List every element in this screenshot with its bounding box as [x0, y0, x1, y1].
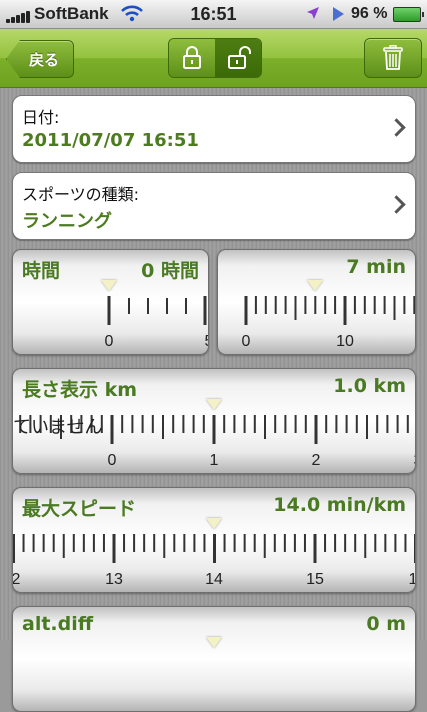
- minutes-ruler[interactable]: 0 10 7 min: [217, 249, 416, 355]
- unlock-button[interactable]: [215, 39, 261, 77]
- distance-ruler[interactable]: 0 1 2 3 長さ表示 km 1.0 km ていません: [12, 368, 416, 474]
- date-value: 2011/07/07 16:51: [22, 130, 199, 151]
- lock-toggle: [168, 38, 262, 78]
- tick-label: 0: [105, 333, 114, 350]
- sport-type-row[interactable]: スポーツの種類: ランニング: [12, 172, 416, 240]
- date-row[interactable]: 日付: 2011/07/07 16:51: [12, 95, 416, 163]
- workout-form: 日付: 2011/07/07 16:51 スポーツの種類: ランニング 0 5 …: [0, 88, 427, 712]
- minutes-pointer: [307, 280, 323, 291]
- status-bar: SoftBank 16:51 96 %: [0, 0, 427, 29]
- altitude-pointer: [206, 637, 222, 648]
- tick-label: 2: [13, 571, 21, 588]
- tick-label: 3: [414, 452, 415, 469]
- lock-icon: [183, 46, 201, 69]
- nav-bar: 戻る: [0, 29, 427, 88]
- trash-icon: [383, 45, 403, 70]
- tick-label: 2: [312, 452, 321, 469]
- back-button-label: 戻る: [29, 51, 60, 69]
- tick-label: 13: [105, 571, 123, 588]
- tick-label: 1: [210, 452, 219, 469]
- altitude-diff-value: 0 m: [366, 613, 406, 635]
- distance-value: 1.0 km: [333, 375, 406, 397]
- battery-icon: [393, 7, 424, 22]
- tick-label: 0: [108, 452, 117, 469]
- tick-label: 5: [205, 333, 208, 350]
- tick-label: 10: [336, 333, 354, 350]
- tick-label: 1: [409, 571, 415, 588]
- chevron-right-icon: [387, 118, 406, 137]
- tick-label: 0: [242, 333, 251, 350]
- max-speed-value: 14.0 min/km: [273, 494, 406, 516]
- altitude-diff-title: alt.diff: [22, 613, 94, 635]
- lock-button[interactable]: [169, 39, 216, 77]
- chevron-right-icon: [387, 195, 406, 214]
- battery-percent: 96 %: [351, 5, 388, 22]
- date-label: 日付:: [22, 108, 60, 127]
- sport-type-value: ランニング: [22, 211, 112, 232]
- back-button[interactable]: 戻る: [6, 40, 74, 78]
- max-speed-title: 最大スピード: [22, 498, 137, 520]
- sport-type-label: スポーツの種類:: [22, 185, 140, 204]
- distance-pointer: [206, 399, 222, 410]
- minutes-value: 7 min: [346, 256, 406, 278]
- hours-ruler[interactable]: 0 5 時間 0 時間: [12, 249, 209, 355]
- location-icon: [307, 7, 319, 19]
- play-icon: [333, 7, 344, 21]
- distance-title: 長さ表示 km: [22, 379, 138, 401]
- speed-pointer: [206, 518, 222, 529]
- tick-label: 15: [306, 571, 324, 588]
- distance-overlay-text: ていません: [13, 417, 103, 438]
- hours-pointer: [101, 280, 117, 291]
- altitude-diff-ruler[interactable]: alt.diff 0 m: [12, 606, 416, 712]
- tick-label: 14: [205, 571, 223, 588]
- unlock-icon: [228, 46, 251, 69]
- max-speed-ruler[interactable]: 2 13 14 15 1 最大スピード 14.0 min/km: [12, 487, 416, 593]
- hours-title: 時間: [22, 260, 61, 282]
- delete-button[interactable]: [364, 38, 422, 78]
- hours-value: 0 時間: [141, 260, 199, 282]
